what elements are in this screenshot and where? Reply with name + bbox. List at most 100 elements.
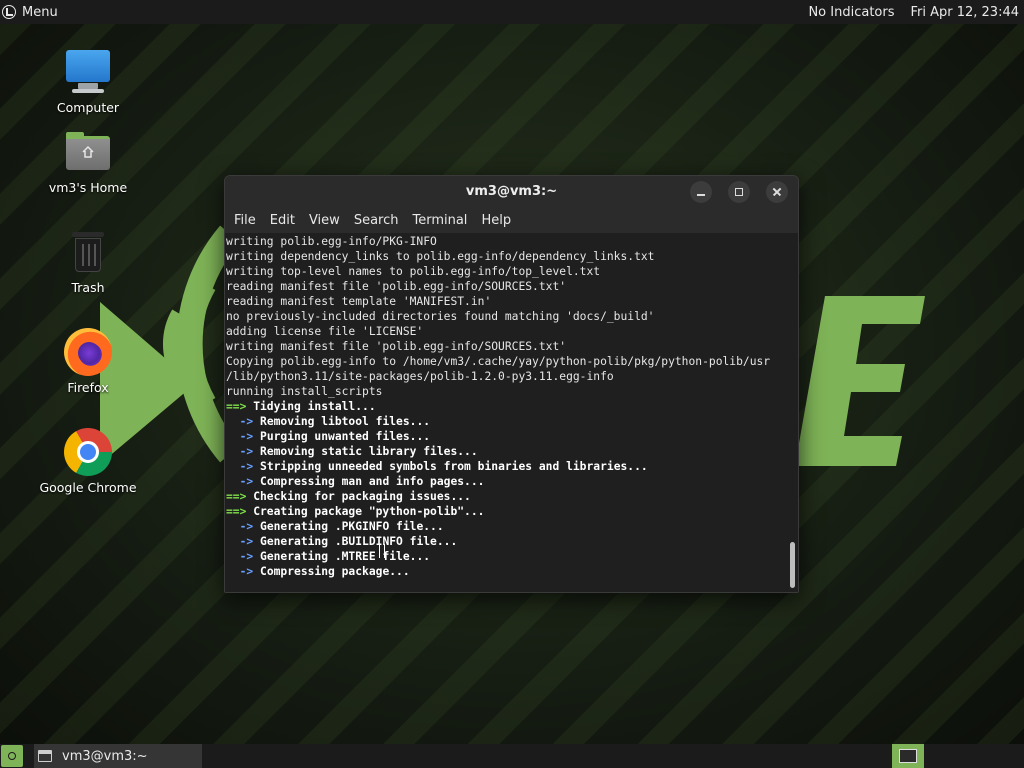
desktop-icon-firefox[interactable]: Firefox — [23, 328, 153, 395]
line-text: Removing static library files... — [253, 445, 478, 458]
line-text: reading manifest template 'MANIFEST.in' — [226, 295, 492, 308]
line-prefix: -> — [226, 550, 254, 563]
line-prefix: -> — [226, 445, 254, 458]
line-prefix: -> — [226, 430, 254, 443]
line-text: reading manifest file 'polib.egg-info/SO… — [226, 280, 567, 293]
terminal-window[interactable]: vm3@vm3:~ File Edit View Search Terminal… — [224, 175, 799, 593]
bottom-panel: vm3@vm3:~ — [0, 744, 1024, 768]
menu-label: Menu — [22, 4, 58, 20]
terminal-output[interactable]: writing polib.egg-info/PKG-INFO writing d… — [225, 233, 798, 592]
line-prefix: -> — [226, 535, 254, 548]
menu-button[interactable]: Menu — [0, 0, 62, 24]
terminal-lines: writing polib.egg-info/PKG-INFO writing d… — [226, 234, 784, 579]
line-text: Tidying install... — [246, 400, 376, 413]
menu-terminal[interactable]: Terminal — [405, 213, 474, 228]
terminal-line: -> Compressing package... — [226, 564, 784, 579]
line-text: Removing libtool files... — [253, 415, 431, 428]
workspace-switcher[interactable] — [892, 744, 924, 768]
taskbar-window-label: vm3@vm3:~ — [62, 748, 148, 764]
line-text: Purging unwanted files... — [253, 430, 431, 443]
line-text: Creating package "python-polib"... — [246, 505, 485, 518]
text-cursor-icon — [379, 544, 385, 558]
terminal-menubar: File Edit View Search Terminal Help — [225, 207, 798, 233]
terminal-line: reading manifest template 'MANIFEST.in' — [226, 294, 784, 309]
terminal-line: reading manifest file 'polib.egg-info/SO… — [226, 279, 784, 294]
window-title: vm3@vm3:~ — [465, 184, 558, 199]
terminal-line: -> Purging unwanted files... — [226, 429, 784, 444]
show-desktop-button[interactable] — [1, 745, 23, 767]
menu-view[interactable]: View — [302, 213, 347, 228]
desktop-icon-chrome[interactable]: Google Chrome — [23, 428, 153, 495]
desktop-icon-trash[interactable]: Trash — [23, 228, 153, 295]
menu-file[interactable]: File — [227, 213, 263, 228]
line-prefix: ==> — [226, 505, 247, 518]
line-prefix: -> — [226, 475, 254, 488]
terminal-line: writing manifest file 'polib.egg-info/SO… — [226, 339, 784, 354]
terminal-line: writing polib.egg-info/PKG-INFO — [226, 234, 784, 249]
terminal-titlebar[interactable]: vm3@vm3:~ — [225, 176, 798, 207]
desktop-icon-label: vm3's Home — [48, 180, 128, 195]
terminal-scrollbar[interactable] — [788, 233, 796, 590]
line-text: writing polib.egg-info/PKG-INFO — [226, 235, 437, 248]
line-text: /lib/python3.11/site-packages/polib-1.2.… — [226, 370, 614, 383]
line-text: running install_scripts — [226, 385, 383, 398]
clock[interactable]: Fri Apr 12, 23:44 — [910, 5, 1019, 20]
maximize-button[interactable] — [728, 181, 750, 203]
taskbar-window-button[interactable]: vm3@vm3:~ — [34, 744, 202, 768]
line-text: Stripping unneeded symbols from binaries… — [253, 460, 648, 473]
line-text: Checking for packaging issues... — [246, 490, 471, 503]
indicators-applet[interactable]: No Indicators — [808, 5, 894, 20]
chrome-icon — [64, 428, 112, 476]
mint-menu-icon — [2, 5, 16, 19]
line-prefix: -> — [226, 460, 254, 473]
terminal-line: -> Generating .MTREE file... — [226, 549, 784, 564]
desktop-icon-label: Computer — [56, 100, 120, 115]
terminal-line: running install_scripts — [226, 384, 784, 399]
terminal-line: /lib/python3.11/site-packages/polib-1.2.… — [226, 369, 784, 384]
line-prefix: -> — [226, 565, 254, 578]
terminal-line: adding license file 'LICENSE' — [226, 324, 784, 339]
minimize-button[interactable] — [690, 181, 712, 203]
menu-edit[interactable]: Edit — [263, 213, 302, 228]
top-panel: Menu No Indicators Fri Apr 12, 23:44 — [0, 0, 1024, 24]
line-text: writing manifest file 'polib.egg-info/SO… — [226, 340, 567, 353]
desktop-icon-home[interactable]: vm3's Home — [23, 128, 153, 195]
desktop-icon-computer[interactable]: Computer — [23, 48, 153, 115]
line-text: writing top-level names to polib.egg-inf… — [226, 265, 601, 278]
line-prefix: ==> — [226, 490, 247, 503]
close-button[interactable] — [766, 181, 788, 203]
line-text: Compressing package... — [253, 565, 410, 578]
line-text: writing dependency_links to polib.egg-in… — [226, 250, 655, 263]
line-text: Copying polib.egg-info to /home/vm3/.cac… — [226, 355, 771, 368]
terminal-line: -> Removing libtool files... — [226, 414, 784, 429]
line-text: Generating .PKGINFO file... — [253, 520, 444, 533]
line-prefix: ==> — [226, 400, 247, 413]
terminal-line: ==> Tidying install... — [226, 399, 784, 414]
menu-search[interactable]: Search — [347, 213, 406, 228]
terminal-line: no previously-included directories found… — [226, 309, 784, 324]
computer-icon — [64, 48, 112, 96]
desktop-icon-label: Firefox — [67, 380, 109, 395]
trash-icon — [64, 228, 112, 276]
line-text: Compressing man and info pages... — [253, 475, 485, 488]
terminal-line: -> Stripping unneeded symbols from binar… — [226, 459, 784, 474]
scrollbar-thumb[interactable] — [790, 542, 795, 588]
menu-help[interactable]: Help — [474, 213, 518, 228]
terminal-line: ==> Checking for packaging issues... — [226, 489, 784, 504]
home-folder-icon — [64, 128, 112, 176]
line-text: adding license file 'LICENSE' — [226, 325, 424, 338]
terminal-line: writing dependency_links to polib.egg-in… — [226, 249, 784, 264]
terminal-line: -> Generating .PKGINFO file... — [226, 519, 784, 534]
firefox-icon — [64, 328, 112, 376]
terminal-line: -> Generating .BUILDINFO file... — [226, 534, 784, 549]
terminal-line: Copying polib.egg-info to /home/vm3/.cac… — [226, 354, 784, 369]
line-text: Generating .BUILDINFO file... — [253, 535, 458, 548]
desktop-icon-label: Trash — [71, 280, 105, 295]
terminal-line: ==> Creating package "python-polib"... — [226, 504, 784, 519]
terminal-window-icon — [38, 750, 52, 762]
line-text: Generating .MTREE file... — [253, 550, 431, 563]
line-prefix: -> — [226, 520, 254, 533]
terminal-line: -> Removing static library files... — [226, 444, 784, 459]
terminal-line: -> Compressing man and info pages... — [226, 474, 784, 489]
line-prefix: -> — [226, 415, 254, 428]
